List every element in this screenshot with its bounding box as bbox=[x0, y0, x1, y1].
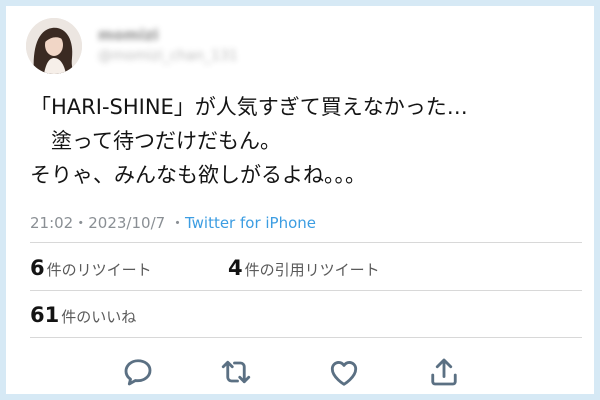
like-button[interactable] bbox=[326, 354, 362, 390]
tweet-meta: 21:02・2023/10/7 ・Twitter for iPhone bbox=[30, 212, 316, 233]
quote-count-number: 4 bbox=[228, 256, 243, 280]
share-icon bbox=[431, 358, 457, 386]
divider bbox=[30, 290, 582, 291]
reply-icon bbox=[124, 359, 152, 386]
like-count-label: 件のいいね bbox=[61, 308, 137, 326]
meta-separator: ・ bbox=[165, 214, 185, 232]
share-button[interactable] bbox=[426, 354, 462, 390]
quote-count[interactable]: 4 件の引用リツイート bbox=[228, 256, 380, 280]
like-icon bbox=[330, 360, 358, 386]
meta-separator: ・ bbox=[73, 214, 89, 232]
tweet-text: 「HARI-SHINE」が人気すぎて買えなかった… 塗って待つだけだもん。 そり… bbox=[30, 90, 590, 192]
like-count-number: 61 bbox=[30, 303, 60, 327]
author-handle[interactable]: @momizi_chan_131 bbox=[98, 48, 238, 64]
tweet-time[interactable]: 21:02 bbox=[30, 214, 73, 232]
avatar-image bbox=[26, 18, 82, 74]
tweet-date[interactable]: 2023/10/7 bbox=[88, 214, 165, 232]
retweet-count-number: 6 bbox=[30, 256, 45, 280]
tweet-text-line: そりゃ、みんなも欲しがるよね。。。 bbox=[30, 163, 366, 187]
avatar[interactable] bbox=[26, 18, 82, 74]
retweet-count-label: 件のリツイート bbox=[46, 261, 152, 279]
tweet-text-line: 「HARI-SHINE」が人気すぎて買えなかった… bbox=[30, 95, 468, 119]
tweet-source-link[interactable]: Twitter for iPhone bbox=[185, 214, 316, 232]
like-count[interactable]: 61 件のいいね bbox=[30, 303, 136, 327]
quote-count-label: 件の引用リツイート bbox=[244, 261, 380, 279]
author-name[interactable]: momizi bbox=[98, 26, 159, 44]
reply-button[interactable] bbox=[120, 354, 156, 390]
retweet-button[interactable] bbox=[218, 354, 254, 390]
tweet-text-line: 塗って待つだけだもん。 bbox=[30, 129, 281, 153]
tweet-card: momizi @momizi_chan_131 「HARI-SHINE」が人気す… bbox=[6, 6, 594, 394]
divider bbox=[30, 242, 582, 243]
retweet-icon bbox=[221, 360, 251, 384]
divider bbox=[30, 337, 582, 338]
retweet-count[interactable]: 6 件のリツイート bbox=[30, 256, 152, 280]
